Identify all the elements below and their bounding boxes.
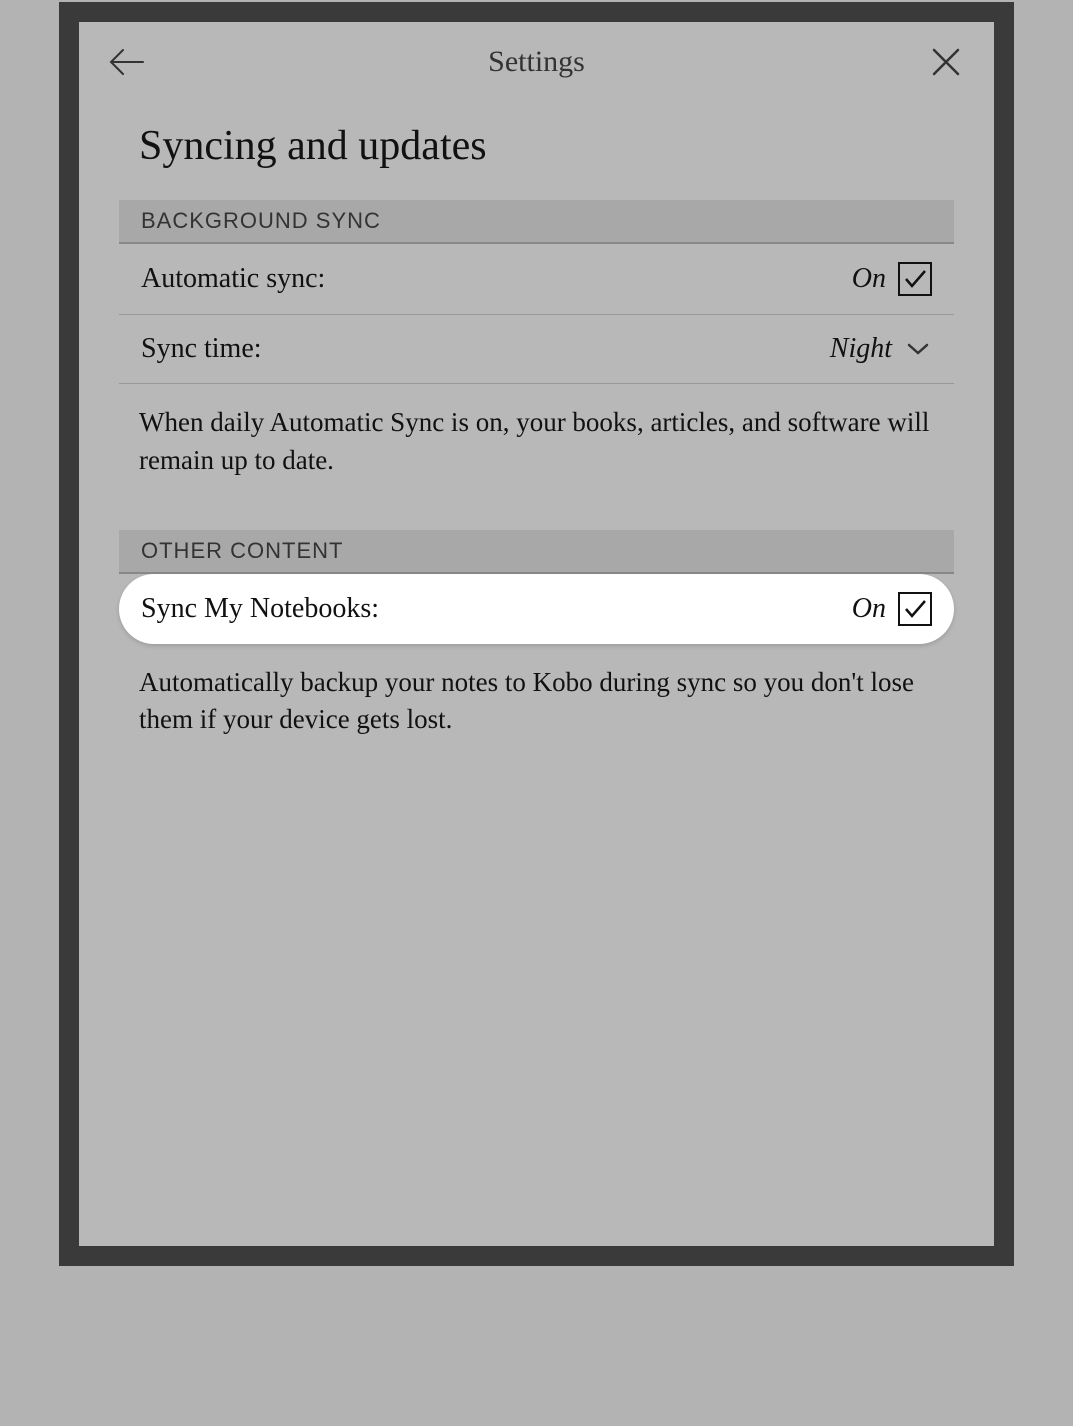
page-title: Syncing and updates <box>79 102 994 200</box>
sync-time-value: Night <box>830 333 892 365</box>
sync-notebooks-value: On <box>852 593 886 625</box>
chevron-down-icon <box>906 342 930 356</box>
checkmark-icon <box>901 595 929 623</box>
sync-time-dropdown[interactable] <box>904 335 932 363</box>
section-header-background-sync: BACKGROUND SYNC <box>119 200 954 244</box>
background-sync-description: When daily Automatic Sync is on, your bo… <box>79 384 994 520</box>
automatic-sync-checkbox[interactable] <box>898 262 932 296</box>
close-button[interactable] <box>926 42 966 82</box>
automatic-sync-label: Automatic sync: <box>141 263 325 295</box>
automatic-sync-value: On <box>852 263 886 295</box>
section-header-other-content: OTHER CONTENT <box>119 530 954 574</box>
back-button[interactable] <box>107 42 147 82</box>
sync-notebooks-row[interactable]: Sync My Notebooks: On <box>119 574 954 644</box>
other-content-description: Automatically backup your notes to Kobo … <box>79 644 994 780</box>
sync-notebooks-label: Sync My Notebooks: <box>141 593 379 625</box>
header-title: Settings <box>488 45 585 79</box>
sync-time-row[interactable]: Sync time: Night <box>119 315 954 384</box>
automatic-sync-row[interactable]: Automatic sync: On <box>119 244 954 315</box>
checkmark-icon <box>901 265 929 293</box>
sync-time-label: Sync time: <box>141 333 262 365</box>
sync-notebooks-checkbox[interactable] <box>898 592 932 626</box>
settings-header: Settings <box>79 22 994 102</box>
